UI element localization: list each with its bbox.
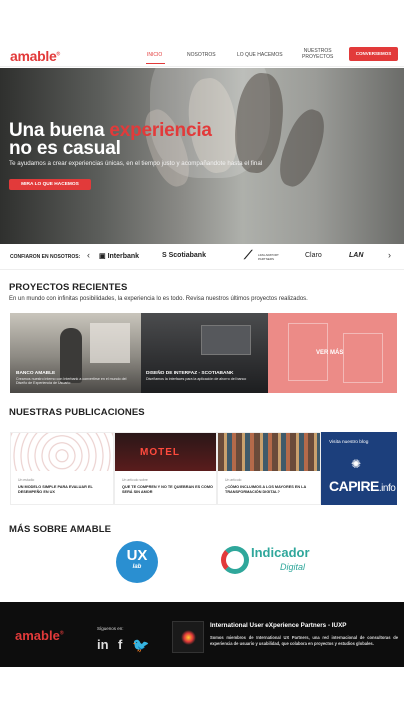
iuxp-globe-icon [181, 630, 196, 645]
nav-label-line2: PROYECTOS [302, 54, 334, 60]
client-logo-lan: LAN [349, 252, 364, 259]
hero-subtitle: Te ayudamos a crear experiencias únicas,… [9, 160, 263, 167]
publication-title: UN MODELO SIMPLE PARA EVALUAR EL DESEMPE… [18, 485, 93, 494]
neon-sign-text: MOTEL [140, 447, 180, 458]
publications-title: NUESTRAS PUBLICACIONES [9, 407, 145, 418]
publication-title: ¿CÓMO INCLUIMOS A LOS MAYORES EN LA TRAN… [225, 485, 307, 494]
monitor [201, 325, 251, 355]
client-logo-scotiabank: S Scotiabank [162, 252, 206, 259]
publication-card-2[interactable]: MOTEL Un artículo sobre QUE TE COMPREN Y… [114, 432, 217, 505]
follow-label: Síguenos en: [97, 626, 124, 631]
iuxp-logo [172, 621, 204, 653]
iuxp-title: International User eXperience Partners -… [210, 622, 347, 629]
projects-subtitle: En un mundo con infinitas posibilidades,… [9, 296, 308, 302]
nav-item-nuestros-proyectos[interactable]: NUESTROS PROYECTOS [302, 48, 333, 60]
publication-category: Un artículo sobre [122, 478, 148, 482]
project-card-scotiabank[interactable]: DISEÑO DE INTERFAZ - SCOTIABANK Diseñamo… [141, 313, 268, 393]
chevron-left-icon[interactable]: ‹ [87, 250, 90, 260]
facebook-icon[interactable]: f [118, 637, 122, 652]
radar-diagram [11, 433, 113, 471]
whiteboard [90, 323, 130, 363]
publication-category: Un estudio [18, 478, 35, 482]
chevron-right-icon[interactable]: › [388, 250, 391, 260]
projects-title: PROYECTOS RECIENTES [9, 282, 128, 293]
project-desc: Diseñamos la interfaces para la aplicaci… [146, 377, 247, 381]
person-figure [60, 328, 82, 383]
publication-card-1[interactable]: Un estudio UN MODELO SIMPLE PARA EVALUAR… [10, 432, 114, 505]
nav-item-lo-que-hacemos[interactable]: LO QUE HACEMOS [237, 52, 283, 58]
publication-category: Un artículo [225, 478, 242, 482]
twitter-icon[interactable]: 🐦 [132, 637, 149, 654]
project-title: BANCO AMABLE [16, 371, 56, 376]
iuxp-description: Somos miembros de International UX Partn… [210, 635, 398, 646]
capire-logo: CAPIRE.info [329, 478, 396, 494]
project-title: DISEÑO DE INTERFAZ - SCOTIABANK [146, 371, 234, 376]
nav-active-indicator [146, 63, 165, 64]
client-logo-interbank: ▣ Interbank [99, 253, 140, 260]
indicador-digital-icon [221, 546, 249, 574]
project-card-banco-amable[interactable]: BANCO AMABLE Creamos nuestro interno con… [10, 313, 141, 393]
ux-lab-logo[interactable]: UX lab [116, 541, 158, 583]
footer-logo[interactable]: amable® [15, 628, 64, 643]
nav-item-inicio[interactable]: INICIO [147, 52, 162, 58]
capire-symbol-icon: ✺ [351, 457, 362, 471]
conversemos-button[interactable]: CONVERSEMOS [349, 47, 398, 61]
more-about-title: MÁS SOBRE AMABLE [9, 524, 112, 535]
publication-title: QUE TE COMPREN Y NO TE QUIEBRAN ES COMO … [122, 485, 213, 494]
project-desc: Creamos nuestro interno con Interbank a … [16, 377, 127, 386]
blog-label: Visita nuestro blog [329, 440, 369, 445]
client-logo-lima-airport: LIMA AIRPORT PARTNERS [258, 253, 279, 261]
lima-airport-icon: ⟋ [244, 248, 253, 262]
ux-lab-big: UX [126, 547, 148, 564]
figurines-image [218, 433, 320, 471]
mira-lo-que-hacemos-button[interactable]: MIRA LO QUE HACEMOS [9, 179, 91, 190]
clients-label: CONFIARON EN NOSOTROS: [10, 254, 81, 260]
ux-lab-small: lab [132, 564, 142, 570]
nav-item-nosotros[interactable]: NOSOTROS [187, 52, 216, 58]
linkedin-icon[interactable]: in [97, 637, 109, 652]
client-logo-claro: Claro [305, 252, 322, 259]
indicador-logo-subtext: Digital [280, 562, 306, 572]
hero-title: Una buena experiencia no es casual [9, 120, 212, 159]
brand-logo[interactable]: amable® [10, 48, 60, 64]
wireframe-sketch [343, 333, 383, 383]
ver-mas-link[interactable]: VER MÁS [316, 350, 343, 356]
indicador-logo-text[interactable]: Indicador [251, 546, 310, 559]
publication-card-3[interactable]: Un artículo ¿CÓMO INCLUIMOS A LOS MAYORE… [217, 432, 321, 505]
